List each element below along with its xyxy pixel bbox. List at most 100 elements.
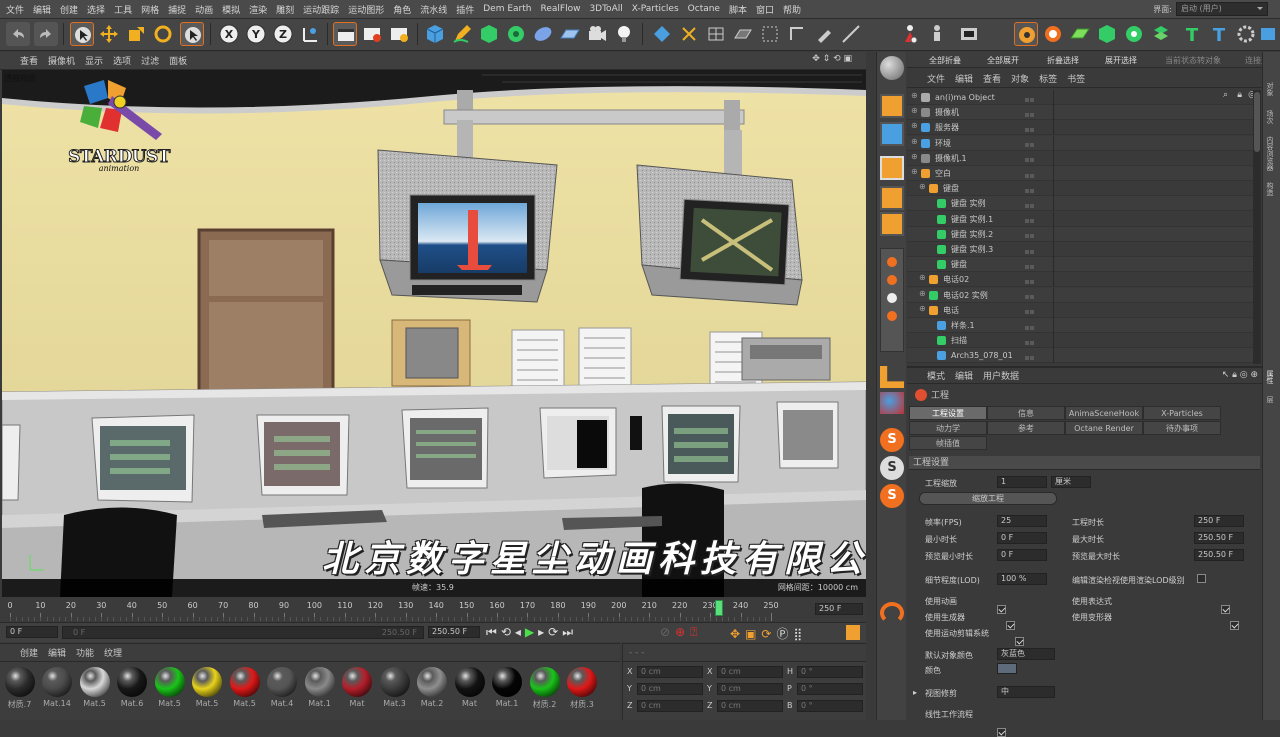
key-rotation-icon[interactable]: ⟳ xyxy=(761,627,776,641)
material-item[interactable]: Mat.1 xyxy=(490,667,525,715)
render-region-icon[interactable] xyxy=(957,22,981,46)
attr-checkbox[interactable] xyxy=(1006,621,1015,630)
visibility-dots-icon[interactable] xyxy=(1025,277,1035,287)
visibility-dots-icon[interactable] xyxy=(1025,186,1035,196)
tab-project-settings[interactable]: 工程设置 xyxy=(909,406,987,420)
expand-toggle-icon[interactable]: ⊕ xyxy=(919,304,926,313)
tab-animascenehook[interactable]: AnimaSceneHook xyxy=(1065,406,1143,420)
vp-menu-view[interactable]: 查看 xyxy=(20,54,38,67)
octane-texture-icon[interactable] xyxy=(1149,22,1173,46)
axis-mode-icon[interactable] xyxy=(785,22,809,46)
expand-toggle-icon[interactable]: ⊕ xyxy=(911,152,918,161)
go-to-start-icon[interactable]: ⏮ xyxy=(486,625,501,639)
edges-mode-icon[interactable] xyxy=(880,156,904,180)
tab-frame-interpolation[interactable]: 帧插值 xyxy=(909,436,987,450)
extra-tools-icon[interactable] xyxy=(1258,22,1278,46)
autokey-icon[interactable]: ⍰ xyxy=(690,625,702,639)
object-row[interactable]: ⊕ 电话02 xyxy=(907,272,1253,288)
menu-3dtoall[interactable]: 3DToAll xyxy=(589,4,622,14)
next-frame-icon[interactable]: ▸ xyxy=(538,625,548,639)
color-swatch[interactable] xyxy=(997,663,1017,674)
visibility-dots-icon[interactable] xyxy=(1025,95,1035,105)
tab-reference[interactable]: 参考 xyxy=(987,421,1065,435)
scale-unit-select[interactable]: 厘米 xyxy=(1051,476,1091,488)
solo-icon[interactable] xyxy=(880,392,904,414)
text-tool-icon[interactable]: T xyxy=(1180,22,1204,46)
current-frame-field[interactable]: 0 F xyxy=(6,626,58,638)
live-selection-icon[interactable] xyxy=(70,22,94,46)
octane-object-icon[interactable] xyxy=(1095,22,1119,46)
menu-realflow[interactable]: RealFlow xyxy=(540,4,580,14)
undo-icon[interactable] xyxy=(6,22,30,46)
object-row[interactable]: ⊕ 环境 xyxy=(907,135,1253,151)
attr-menu-mode[interactable]: 模式 xyxy=(927,369,945,382)
play-icon[interactable]: ▶ xyxy=(525,625,538,639)
cloner-icon[interactable] xyxy=(504,22,528,46)
coord-value-field[interactable]: 0 cm xyxy=(717,700,783,712)
coord-value-field[interactable]: 0 cm xyxy=(637,700,703,712)
axis-icon[interactable] xyxy=(880,248,904,352)
attr-nav-icons[interactable]: ↖ 🔒︎ ◎ ⊕ xyxy=(1222,370,1258,380)
octane-plane-icon[interactable] xyxy=(1068,22,1092,46)
menu-edit[interactable]: 编辑 xyxy=(33,3,51,16)
magnet-icon[interactable] xyxy=(880,602,904,624)
s-plugin-2-icon[interactable]: S xyxy=(880,456,904,480)
octane-scatter-icon[interactable] xyxy=(1122,22,1146,46)
collapse-selected-button[interactable]: 折叠选择 xyxy=(1047,55,1079,66)
expand-toggle-icon[interactable]: ⊕ xyxy=(911,91,918,100)
quantize-icon[interactable] xyxy=(758,22,782,46)
next-key-icon[interactable]: ⟳ xyxy=(548,625,562,639)
material-item[interactable]: Mat.3 xyxy=(377,667,412,715)
lod-value-field[interactable]: 100 % xyxy=(997,573,1047,585)
coord-value-field[interactable]: 0 ° xyxy=(797,700,863,712)
uv-mode-icon[interactable] xyxy=(880,212,904,236)
coord-value-field[interactable]: 0 ° xyxy=(797,666,863,678)
obj-menu-object[interactable]: 对象 xyxy=(1011,72,1029,85)
obj-menu-bookmarks[interactable]: 书签 xyxy=(1067,72,1085,85)
record-off-icon[interactable]: ⊘ xyxy=(660,625,675,639)
key-scale-icon[interactable]: ▣ xyxy=(745,627,761,641)
camera-icon[interactable] xyxy=(585,22,609,46)
material-item[interactable]: Mat.4 xyxy=(265,667,300,715)
key-param-icon[interactable]: Ⓟ xyxy=(776,627,793,641)
object-row[interactable]: ⊕ 摄像机 xyxy=(907,105,1253,121)
expand-toggle-icon[interactable]: ⊕ xyxy=(919,289,926,298)
visibility-dots-icon[interactable] xyxy=(1025,156,1035,166)
tab-octane-render[interactable]: Octane Render xyxy=(1065,421,1143,435)
vp-menu-cameras[interactable]: 摄像机 xyxy=(48,54,75,67)
s-plugin-3-icon[interactable]: S xyxy=(880,484,904,508)
x-axis-lock-icon[interactable]: X xyxy=(217,22,241,46)
visibility-dots-icon[interactable] xyxy=(1025,293,1035,303)
rotate-icon[interactable] xyxy=(151,22,175,46)
menu-script[interactable]: 脚本 xyxy=(729,3,747,16)
expand-toggle-icon[interactable]: ⊕ xyxy=(911,167,918,176)
vp-menu-options[interactable]: 选项 xyxy=(113,54,131,67)
object-row[interactable]: 扫描 xyxy=(907,333,1253,349)
mat-menu-create[interactable]: 创建 xyxy=(20,646,38,659)
object-row[interactable]: ⊕ 键盘 xyxy=(907,181,1253,197)
expand-all-button[interactable]: 全部展开 xyxy=(987,55,1019,66)
object-scrollbar[interactable] xyxy=(1253,90,1261,364)
record-keys-icon[interactable]: ⊕ xyxy=(675,625,690,639)
material-item[interactable]: Mat.2 xyxy=(415,667,450,715)
visibility-dots-icon[interactable] xyxy=(1025,201,1035,211)
menu-motion-tracking[interactable]: 运动跟踪 xyxy=(303,3,339,16)
expand-toggle-icon[interactable]: ⊕ xyxy=(919,273,926,282)
obj-menu-tags[interactable]: 标签 xyxy=(1039,72,1057,85)
workplane-icon[interactable] xyxy=(731,22,755,46)
object-row[interactable]: 键盘 实例.3 xyxy=(907,242,1253,257)
menu-pipeline[interactable]: 流水线 xyxy=(420,3,447,16)
cube-icon[interactable] xyxy=(423,22,447,46)
attr-checkbox[interactable] xyxy=(1230,621,1239,630)
dock-tab-objects[interactable]: 对象 xyxy=(1265,82,1275,96)
visibility-dots-icon[interactable] xyxy=(1025,141,1035,151)
attr-checkbox[interactable] xyxy=(997,605,1006,614)
material-item[interactable]: Mat.1 xyxy=(302,667,337,715)
attr-menu-userdata[interactable]: 用户数据 xyxy=(983,369,1019,382)
menu-plugins[interactable]: 插件 xyxy=(456,3,474,16)
subdivision-icon[interactable] xyxy=(477,22,501,46)
octane-settings-icon[interactable] xyxy=(1014,22,1038,46)
obj-menu-file[interactable]: 文件 xyxy=(927,72,945,85)
move-icon[interactable] xyxy=(97,22,121,46)
menu-select[interactable]: 选择 xyxy=(87,3,105,16)
